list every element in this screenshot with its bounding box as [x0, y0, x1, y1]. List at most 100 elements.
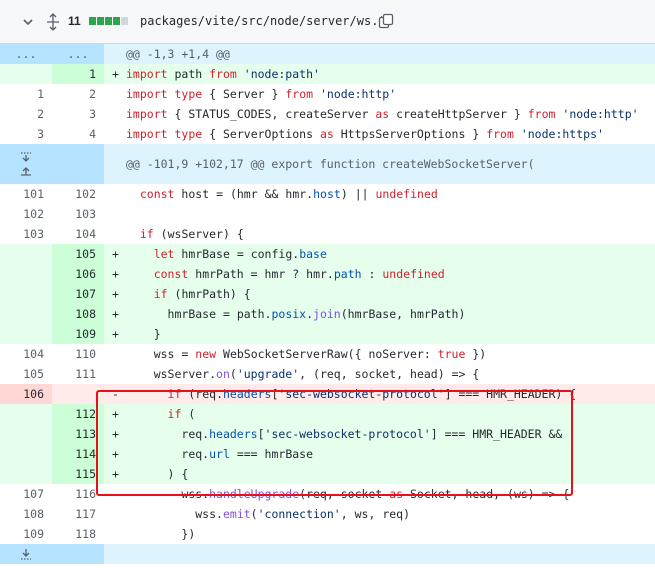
new-line-number[interactable] — [52, 144, 104, 184]
old-line-number[interactable]: 2 — [0, 104, 52, 124]
new-line-number[interactable] — [52, 384, 104, 404]
new-line-number[interactable]: 103 — [52, 204, 104, 224]
new-line-number[interactable]: 4 — [52, 124, 104, 144]
old-line-number[interactable] — [0, 424, 52, 444]
old-line-number[interactable] — [0, 264, 52, 284]
new-line-number[interactable]: 2 — [52, 84, 104, 104]
old-line-number[interactable] — [0, 144, 52, 184]
code-cell: - if (req.headers['sec-websocket-protoco… — [104, 384, 655, 404]
code-cell: wss.emit('connection', ws, req) — [104, 504, 655, 524]
code-cell: + import path from 'node:path' — [104, 64, 655, 84]
new-line-number[interactable]: 112 — [52, 404, 104, 424]
expand-up-icon[interactable] — [20, 166, 32, 176]
code-cell: + req.headers['sec-websocket-protocol'] … — [104, 424, 655, 444]
new-line-number[interactable]: 110 — [52, 344, 104, 364]
diff-marker: + — [112, 307, 119, 321]
old-line-number[interactable] — [0, 404, 52, 424]
new-line-number[interactable]: 116 — [52, 484, 104, 504]
hunk-header: ...... @@ -1,3 +1,4 @@ — [0, 44, 655, 64]
code-cell: + const hmrPath = hmr ? hmr.path : undef… — [104, 264, 655, 284]
context-line: 107 116 wss.handleUpgrade(req, socket as … — [0, 484, 655, 504]
new-line-number[interactable]: 102 — [52, 184, 104, 204]
changed-lines-count: 11 — [68, 14, 81, 28]
diffstat-bar — [89, 17, 128, 25]
new-line-number[interactable]: 3 — [52, 104, 104, 124]
code-text: if (hmrPath) { — [153, 287, 251, 301]
diffstat-block — [105, 17, 112, 25]
diffstat-block — [121, 17, 128, 25]
code-cell: + hmrBase = path.posix.join(hmrBase, hmr… — [104, 304, 655, 324]
old-line-number[interactable] — [0, 444, 52, 464]
new-line-number[interactable]: 104 — [52, 224, 104, 244]
context-line: 109 118 }) — [0, 524, 655, 544]
code-cell: if (wsServer) { — [104, 224, 655, 244]
new-line-number[interactable]: 115 — [52, 464, 104, 484]
old-line-number[interactable] — [0, 544, 52, 564]
diff-file: 11 packages/vite/src/node/server/ws.ts .… — [0, 0, 655, 579]
new-line-number[interactable]: ... — [52, 44, 104, 64]
old-line-number[interactable]: 108 — [0, 504, 52, 524]
code-text: }) — [181, 527, 196, 541]
old-line-number[interactable] — [0, 64, 52, 84]
old-line-number[interactable]: 107 — [0, 484, 52, 504]
new-line-number[interactable]: 111 — [52, 364, 104, 384]
diff-marker: + — [112, 67, 119, 81]
old-line-number[interactable]: 105 — [0, 364, 52, 384]
old-line-number[interactable]: 101 — [0, 184, 52, 204]
copy-icon[interactable] — [378, 13, 394, 29]
old-line-number[interactable]: 103 — [0, 224, 52, 244]
code-text: if (wsServer) { — [139, 227, 244, 241]
new-line-number[interactable]: 118 — [52, 524, 104, 544]
code-text: if (req.headers['sec-websocket-protocol'… — [167, 387, 577, 401]
old-line-number[interactable]: ... — [0, 44, 52, 64]
file-path[interactable]: packages/vite/src/node/server/ws.ts — [140, 14, 393, 28]
hunk-text: @@ -1,3 +1,4 @@ — [126, 47, 230, 61]
code-cell: wsServer.on('upgrade', (req, socket, hea… — [104, 364, 655, 384]
old-line-number[interactable]: 1 — [0, 84, 52, 104]
old-line-number[interactable] — [0, 284, 52, 304]
chevron-down-icon[interactable] — [22, 16, 34, 28]
diff-marker: + — [112, 407, 119, 421]
old-line-number[interactable]: 106 — [0, 384, 52, 404]
diff-marker: + — [112, 327, 119, 341]
added-line: 1 + import path from 'node:path' — [0, 64, 655, 84]
old-line-number[interactable]: 102 — [0, 204, 52, 224]
new-line-number[interactable]: 105 — [52, 244, 104, 264]
diff-marker: + — [112, 267, 119, 281]
added-line: 115 + ) { — [0, 464, 655, 484]
added-line: 105 + let hmrBase = config.base — [0, 244, 655, 264]
new-line-number[interactable]: 114 — [52, 444, 104, 464]
code-cell: @@ -1,3 +1,4 @@ — [104, 44, 655, 64]
added-line: 106 + const hmrPath = hmr ? hmr.path : un… — [0, 264, 655, 284]
code-text: req.url === hmrBase — [181, 447, 314, 461]
code-cell — [104, 544, 655, 564]
old-line-number[interactable] — [0, 464, 52, 484]
added-line: 107 + if (hmrPath) { — [0, 284, 655, 304]
code-cell: import type { Server } from 'node:http' — [104, 84, 655, 104]
hunk-header — [0, 544, 655, 564]
old-line-number[interactable] — [0, 304, 52, 324]
diff-marker: + — [112, 427, 119, 441]
new-line-number[interactable]: 117 — [52, 504, 104, 524]
old-line-number[interactable] — [0, 324, 52, 344]
context-line: 108 117 wss.emit('connection', ws, req) — [0, 504, 655, 524]
old-line-number[interactable] — [0, 244, 52, 264]
new-line-number[interactable] — [52, 544, 104, 564]
old-line-number[interactable]: 104 — [0, 344, 52, 364]
code-text: const host = (hmr && hmr.host) || undefi… — [139, 187, 438, 201]
expand-all-icon[interactable] — [46, 13, 60, 31]
old-line-number[interactable]: 3 — [0, 124, 52, 144]
new-line-number[interactable]: 107 — [52, 284, 104, 304]
new-line-number[interactable]: 108 — [52, 304, 104, 324]
diffstat-block — [89, 17, 96, 25]
new-line-number[interactable]: 109 — [52, 324, 104, 344]
new-line-number[interactable]: 113 — [52, 424, 104, 444]
new-line-number[interactable]: 106 — [52, 264, 104, 284]
added-line: 112 + if ( — [0, 404, 655, 424]
expand-down-icon[interactable] — [20, 548, 32, 560]
context-line: 102 103 — [0, 204, 655, 224]
expand-down-icon[interactable] — [20, 152, 32, 162]
code-cell: const host = (hmr && hmr.host) || undefi… — [104, 184, 655, 204]
new-line-number[interactable]: 1 — [52, 64, 104, 84]
old-line-number[interactable]: 109 — [0, 524, 52, 544]
